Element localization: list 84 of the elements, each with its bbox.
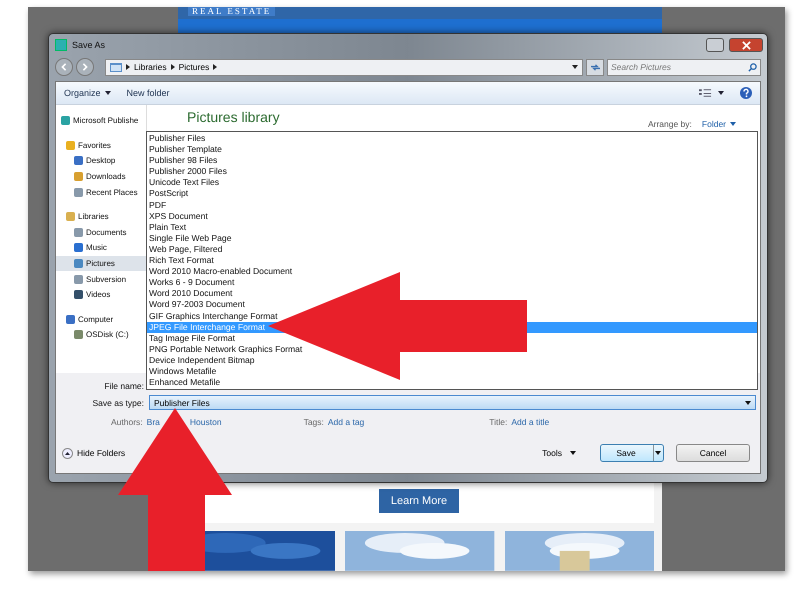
save-as-type-dropdown[interactable]: Publisher Files bbox=[149, 395, 756, 410]
breadcrumb[interactable]: Libraries bbox=[134, 62, 167, 72]
refresh-button[interactable] bbox=[586, 58, 604, 76]
authors-value[interactable]: Bra bbox=[146, 417, 160, 427]
nav-item[interactable]: Downloads bbox=[56, 168, 146, 184]
tools-button[interactable]: Tools bbox=[536, 447, 582, 459]
file-type-option[interactable]: PostScript bbox=[147, 188, 757, 200]
arrange-dropdown[interactable]: Folder bbox=[702, 119, 736, 129]
nav-item[interactable]: Documents bbox=[56, 224, 146, 240]
library-title: Pictures library bbox=[187, 109, 280, 125]
nav-item[interactable]: OSDisk (C:) bbox=[56, 327, 146, 343]
file-type-option[interactable]: Word 97-2003 Document bbox=[147, 299, 757, 310]
caret-icon bbox=[730, 122, 736, 126]
arrange-label: Arrange by: bbox=[648, 119, 692, 129]
breadcrumb[interactable]: Pictures bbox=[178, 62, 210, 72]
search-field[interactable]: Search Pictures bbox=[607, 58, 761, 76]
file-type-option[interactable]: PNG Portable Network Graphics Format bbox=[147, 344, 757, 355]
restore-button[interactable] bbox=[706, 38, 724, 52]
file-type-option[interactable]: Tag Image File Format bbox=[147, 332, 757, 344]
title-label: Title: bbox=[489, 417, 508, 427]
file-type-option[interactable]: Web Page, Filtered bbox=[147, 244, 757, 256]
hide-folders-button[interactable]: Hide Folders bbox=[62, 448, 126, 458]
file-type-option[interactable]: Single File Web Page bbox=[147, 232, 757, 244]
brand-logo-text: REAL ESTATE bbox=[188, 7, 276, 16]
file-type-option[interactable]: Publisher Template bbox=[147, 144, 757, 156]
file-type-option[interactable]: Publisher Files bbox=[147, 133, 757, 144]
window-title: Save As bbox=[72, 40, 106, 50]
file-type-option[interactable]: Device Independent Bitmap bbox=[147, 354, 757, 366]
learn-more-button[interactable]: Learn More bbox=[378, 489, 460, 514]
collapse-icon bbox=[62, 448, 73, 458]
split-caret-icon[interactable] bbox=[653, 445, 663, 461]
help-icon[interactable] bbox=[740, 87, 752, 99]
file-type-option[interactable]: Works 6 - 9 Document bbox=[147, 277, 757, 288]
title-link[interactable]: Add a title bbox=[511, 417, 550, 427]
tags-link[interactable]: Add a tag bbox=[328, 417, 364, 427]
nav-item[interactable]: Videos bbox=[56, 286, 146, 303]
file-type-option[interactable]: Publisher 2000 Files bbox=[147, 166, 757, 178]
file-type-option[interactable]: Unicode Text Files bbox=[147, 177, 757, 188]
file-type-option[interactable]: Word 2010 Macro-enabled Document bbox=[147, 266, 757, 278]
caret-icon bbox=[570, 451, 576, 455]
nav-item[interactable]: Microsoft Publishe bbox=[56, 113, 146, 129]
publisher-icon bbox=[55, 39, 67, 51]
nav-item[interactable]: Music bbox=[56, 240, 146, 256]
caret-icon[interactable] bbox=[572, 65, 578, 69]
save-as-type-label: Save as type: bbox=[91, 398, 145, 408]
folder-icon bbox=[110, 62, 122, 72]
chevron-icon bbox=[213, 64, 218, 70]
chevron-icon bbox=[126, 64, 130, 70]
caret-icon bbox=[104, 91, 111, 95]
file-type-option[interactable]: XPS Document bbox=[147, 210, 757, 222]
file-type-option[interactable]: GIF Graphics Interchange Format bbox=[147, 310, 757, 322]
caret-icon[interactable] bbox=[718, 91, 724, 95]
file-type-option[interactable]: Windows Metafile bbox=[147, 366, 757, 378]
authors-value[interactable]: Houston bbox=[190, 417, 222, 427]
search-icon[interactable] bbox=[748, 62, 757, 72]
forward-button[interactable] bbox=[76, 58, 94, 76]
file-type-option[interactable]: Rich Text Format bbox=[147, 255, 757, 266]
view-options-icon[interactable] bbox=[699, 88, 712, 98]
cancel-button[interactable]: Cancel bbox=[676, 444, 750, 462]
file-type-option[interactable]: Publisher 98 Files bbox=[147, 155, 757, 166]
nav-item[interactable]: Desktop bbox=[56, 153, 146, 169]
file-name-label: File name: bbox=[103, 380, 145, 390]
file-type-option[interactable]: Enhanced Metafile bbox=[147, 377, 757, 388]
authors-label: Authors: bbox=[111, 417, 143, 427]
nav-item[interactable]: Libraries bbox=[56, 208, 146, 225]
save-button[interactable]: Save bbox=[600, 444, 664, 462]
organize-button[interactable]: Organize bbox=[64, 88, 111, 98]
chevron-icon bbox=[170, 64, 175, 70]
new-folder-button[interactable]: New folder bbox=[126, 88, 170, 98]
nav-item[interactable]: Computer bbox=[56, 312, 146, 328]
close-button[interactable] bbox=[729, 38, 763, 52]
address-bar[interactable]: Libraries Pictures bbox=[105, 58, 583, 76]
file-type-option[interactable]: Plain Text bbox=[147, 222, 757, 233]
tags-label: Tags: bbox=[304, 417, 324, 427]
nav-item[interactable]: Subversion bbox=[56, 271, 146, 287]
nav-item[interactable]: Recent Places bbox=[56, 184, 146, 200]
back-button[interactable] bbox=[55, 58, 73, 76]
file-type-option[interactable]: PDF bbox=[147, 200, 757, 211]
caret-icon bbox=[745, 400, 751, 404]
nav-item[interactable]: Favorites bbox=[56, 138, 146, 154]
nav-item[interactable]: Pictures bbox=[56, 256, 146, 272]
file-type-option[interactable]: Word 2010 Document bbox=[147, 288, 757, 300]
refresh-icon bbox=[590, 62, 600, 72]
close-icon bbox=[742, 40, 750, 50]
